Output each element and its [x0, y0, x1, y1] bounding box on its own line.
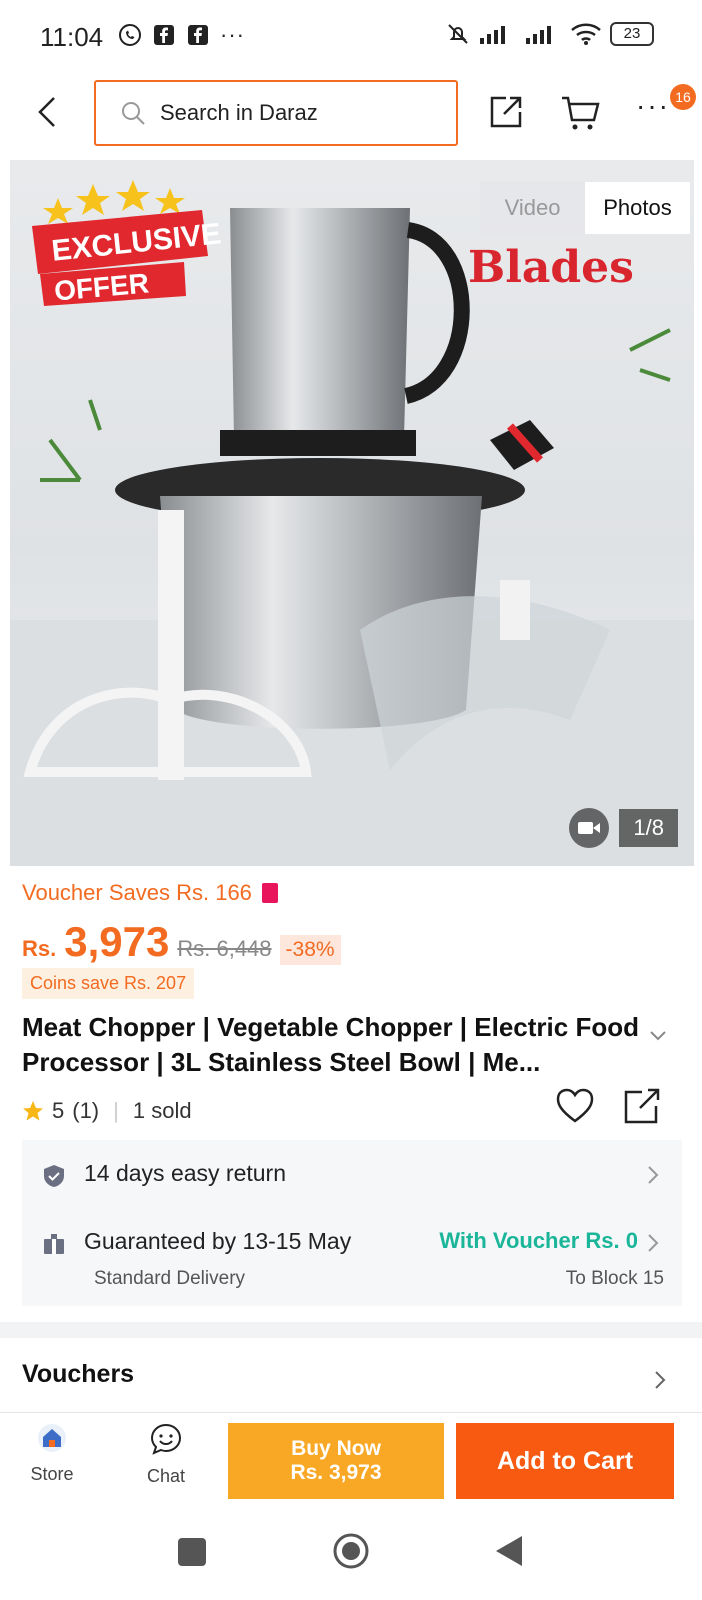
image-counter: 1/8	[619, 809, 678, 847]
chat-label: Chat	[146, 1466, 186, 1486]
add-to-cart-button[interactable]: Add to Cart	[456, 1423, 674, 1499]
facebook-icon	[188, 25, 208, 45]
recent-apps-icon[interactable]	[178, 1538, 206, 1566]
notification-icons: ···	[118, 22, 245, 48]
search-icon	[122, 102, 145, 125]
search-input[interactable]: Search in Daraz	[94, 80, 458, 146]
rating-count: (1)	[72, 1098, 100, 1123]
store-label: Store	[30, 1464, 74, 1484]
buy-now-label: Buy Now	[291, 1437, 381, 1460]
discount-badge: -38%	[279, 935, 341, 965]
bottom-action-bar: Store Chat Buy Now Rs. 3,973 Add to Cart	[0, 1412, 702, 1512]
voucher-tag-icon	[261, 883, 278, 903]
system-navigation-bar	[0, 1512, 702, 1600]
share-icon[interactable]	[622, 1086, 662, 1126]
return-policy-row[interactable]: 14 days easy return	[22, 1146, 682, 1206]
chat-smiley-icon	[150, 1423, 182, 1455]
product-image-gallery[interactable]: EXCLUSIVE OFFER Blades Video Photos 1/8	[10, 160, 694, 866]
product-title[interactable]: Meat Chopper | Vegetable Chopper | Elect…	[22, 1010, 642, 1080]
whatsapp-icon	[119, 24, 141, 46]
search-placeholder: Search in Daraz	[160, 100, 318, 125]
share-icon[interactable]	[486, 92, 526, 132]
buy-now-price: Rs. 3,973	[290, 1461, 382, 1484]
shield-check-icon	[44, 1165, 64, 1187]
more-notifications-icon: ···	[220, 22, 245, 47]
original-price: Rs. 6,448	[177, 936, 272, 961]
delivery-row[interactable]: Guaranteed by 13-15 May With Voucher Rs.…	[22, 1214, 682, 1304]
vouchers-section-title[interactable]: Vouchers	[22, 1360, 134, 1389]
section-divider	[0, 1322, 702, 1338]
rating-row[interactable]: 5 (1) | 1 sold	[22, 1098, 192, 1124]
service-info-box: 14 days easy return Guaranteed by 13-15 …	[22, 1140, 682, 1306]
chevron-down-icon[interactable]	[648, 1026, 668, 1046]
sold-count: 1 sold	[132, 1098, 192, 1123]
coins-save-badge: Coins save Rs. 207	[22, 968, 195, 999]
gift-box-icon	[44, 1234, 64, 1254]
home-circle-icon[interactable]	[332, 1532, 370, 1570]
status-time: 11:04	[40, 22, 104, 52]
mute-bell-icon	[448, 24, 468, 44]
gallery-counter-area: 1/8	[569, 808, 678, 848]
back-arrow-icon[interactable]	[28, 92, 68, 132]
store-button[interactable]: Store	[22, 1423, 82, 1485]
separator: |	[113, 1098, 119, 1123]
chevron-right-icon[interactable]	[654, 1370, 666, 1390]
return-policy-text: 14 days easy return	[84, 1160, 287, 1186]
chevron-right-icon	[648, 1234, 659, 1252]
system-icons: 23	[446, 22, 654, 46]
more-options-icon[interactable]: ···	[636, 90, 670, 122]
currency: Rs.	[22, 936, 57, 961]
signal-icon	[480, 26, 505, 44]
current-price: 3,973	[64, 918, 170, 965]
rating-value: 5	[52, 1098, 65, 1123]
voucher-savings-text: Voucher Saves Rs. 166	[22, 880, 252, 905]
delivery-voucher-text: With Voucher Rs. 0	[439, 1228, 638, 1253]
top-navigation: Search in Daraz ··· 16	[0, 76, 702, 156]
status-bar: 11:04 ··· 23	[0, 0, 702, 76]
buy-now-button[interactable]: Buy Now Rs. 3,973	[228, 1423, 444, 1499]
notification-badge: 16	[670, 84, 696, 110]
product-photo	[10, 208, 694, 866]
delivery-destination: To Block 15	[565, 1268, 664, 1289]
voucher-savings[interactable]: Voucher Saves Rs. 166	[22, 880, 278, 906]
wifi-icon	[571, 23, 601, 45]
chevron-right-icon	[648, 1166, 659, 1184]
cart-icon[interactable]	[560, 92, 600, 132]
delivery-guarantee-text: Guaranteed by 13-15 May	[84, 1228, 352, 1254]
facebook-icon	[154, 25, 174, 45]
video-camera-icon[interactable]	[569, 808, 610, 848]
price-row: Rs. 3,973 Rs. 6,448 -38%	[22, 918, 341, 966]
signal-icon	[526, 26, 551, 44]
delivery-type: Standard Delivery	[94, 1268, 246, 1289]
store-logo-icon	[38, 1424, 66, 1452]
battery-indicator: 23	[610, 22, 654, 46]
star-icon	[23, 1101, 43, 1121]
chat-button[interactable]: Chat	[136, 1423, 196, 1487]
back-triangle-icon[interactable]	[494, 1534, 524, 1568]
wishlist-heart-icon[interactable]	[556, 1088, 594, 1124]
